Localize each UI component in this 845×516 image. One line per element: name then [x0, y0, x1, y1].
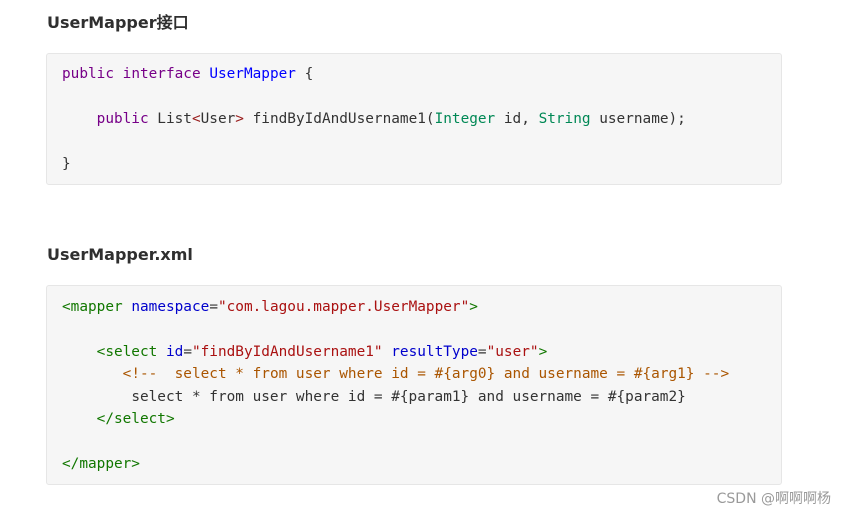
code-line: } [62, 154, 71, 174]
code-line: </select> [62, 409, 175, 429]
code-type: String [538, 111, 591, 127]
code-tag: </select> [96, 411, 175, 427]
code-keyword: interface [122, 66, 201, 82]
code-identifier: UserMapper [209, 66, 296, 82]
code-block-xml: <mapper namespace="com.lagou.mapper.User… [46, 285, 782, 485]
code-text: } [62, 156, 71, 172]
code-text: List [148, 111, 192, 127]
code-text: select * from user where id = #{param1} … [131, 389, 686, 405]
code-tag: <select [96, 344, 158, 360]
code-text: = [209, 299, 218, 315]
code-attribute: resultType [391, 344, 478, 360]
code-text: = [477, 344, 487, 360]
code-type: Integer [434, 111, 496, 127]
code-tag: </mapper> [62, 456, 140, 472]
code-tag: <mapper [62, 299, 123, 315]
code-string: "user" [486, 344, 539, 360]
code-tag: > [469, 299, 478, 315]
code-keyword: public [96, 111, 149, 127]
code-text: findByIdAndUsername1( [243, 111, 435, 127]
code-text: User [200, 111, 236, 127]
code-text: { [295, 66, 314, 82]
watermark: CSDN @啊啊啊杨 [716, 491, 831, 507]
code-comment: <!-- select * from user where id = #{arg… [122, 366, 730, 382]
section-title-interface: UserMapper接口 [47, 13, 189, 32]
code-line: select * from user where id = #{param1} … [62, 387, 686, 407]
code-line: </mapper> [62, 454, 140, 474]
code-line: <!-- select * from user where id = #{arg… [62, 364, 729, 384]
code-operator: < [191, 111, 201, 127]
code-line: public List<User> findByIdAndUsername1(I… [62, 109, 686, 129]
code-tag: > [538, 344, 548, 360]
code-line: <mapper namespace="com.lagou.mapper.User… [62, 297, 478, 317]
code-string: "findByIdAndUsername1" [191, 344, 383, 360]
code-line: public interface UserMapper { [62, 64, 313, 84]
code-string: "com.lagou.mapper.UserMapper" [217, 299, 470, 315]
code-block-interface: public interface UserMapper { public Lis… [46, 53, 782, 185]
code-attribute: namespace [131, 299, 210, 315]
code-text: id, [495, 111, 539, 127]
code-attribute: id [165, 344, 184, 360]
code-text: username); [590, 111, 686, 127]
code-keyword: public [62, 66, 114, 82]
code-text: = [183, 344, 192, 360]
section-title-xml: UserMapper.xml [47, 245, 193, 264]
code-line: <select id="findByIdAndUsername1" result… [62, 342, 548, 362]
code-operator: > [235, 111, 244, 127]
